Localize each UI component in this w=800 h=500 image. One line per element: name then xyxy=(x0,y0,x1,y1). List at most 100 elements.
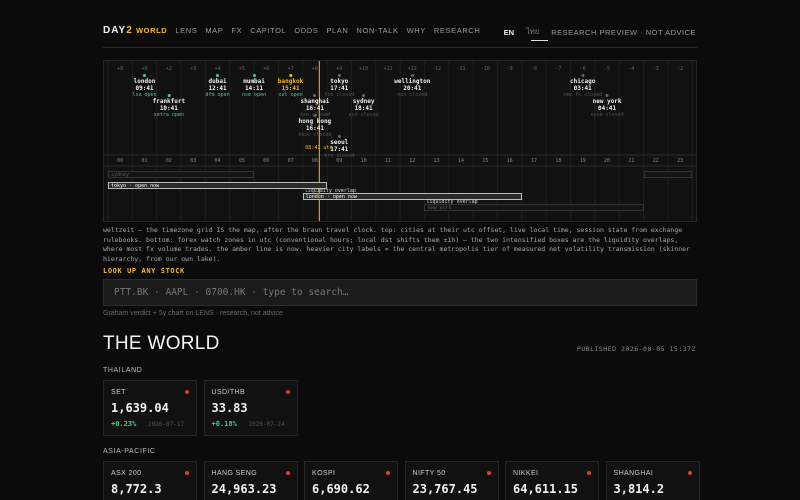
city-name: wellington xyxy=(394,78,431,85)
session-dot-icon xyxy=(337,74,341,77)
nav-map[interactable]: MAP xyxy=(205,26,223,35)
utc-hour-label: 21 xyxy=(628,158,635,164)
utc-offset-label: +5 xyxy=(238,66,245,72)
utc-hour-label: 13 xyxy=(433,158,440,164)
utc-offset-label: +8 xyxy=(117,66,124,72)
utc-hour-label: 15 xyxy=(482,158,489,164)
market-card-asx-200[interactable]: ASX 2008,772.3-0.3% xyxy=(103,461,197,500)
market-card-usd-thb[interactable]: USD/THB 33.83 +0.18% 2026-07-24 xyxy=(203,380,298,436)
city-time: 04:41 xyxy=(598,105,617,112)
city-session-status: dfm open xyxy=(205,92,230,98)
utc-offset-label: +7 xyxy=(287,66,294,72)
brand-accent: 2 xyxy=(126,25,133,36)
utc-hour-label: 20 xyxy=(604,158,611,164)
market-date: 2026-07-17 xyxy=(148,420,185,428)
brand-logo[interactable]: DAY2 xyxy=(103,25,133,36)
market-date: 2026-07-24 xyxy=(248,420,285,428)
city-mumbai[interactable]: mumbai 14:11 nse open xyxy=(242,74,266,99)
session-dot-icon xyxy=(167,94,171,97)
utc-offset-label: -6 xyxy=(579,66,586,72)
utc-hour-label: 16 xyxy=(506,158,513,164)
market-card-set[interactable]: SET 1,639.04 +0.23% 2026-07-17 xyxy=(103,380,197,436)
liquidity-overlap-label: liquidity overlap xyxy=(304,188,356,194)
utc-hour-label: 05 xyxy=(238,158,245,164)
market-card-kospi[interactable]: KOSPI6,690.62-0.5% xyxy=(304,461,398,500)
city-time: 09:41 xyxy=(135,85,154,92)
utc-hour-label: 00 xyxy=(117,158,124,164)
utc-offset-label: -12 xyxy=(432,66,442,72)
city-time: 16:41 xyxy=(305,105,324,112)
city-name: sydney xyxy=(352,98,375,105)
city-name: dubai xyxy=(208,78,227,85)
utc-hour-label: 04 xyxy=(214,158,221,164)
utc-hour-label: 18 xyxy=(555,158,562,164)
liquidity-overlap-label: liquidity overlap xyxy=(426,199,478,205)
published-timestamp: PUBLISHED 2026-08-05 15:37Z xyxy=(576,345,696,353)
market-label: NIFTY 50 xyxy=(412,470,446,477)
fx-session-bar: tokyo · open now xyxy=(108,182,328,189)
city-frankfurt[interactable]: frankfurt 10:41 xetra open xyxy=(152,94,186,119)
utc-offset-label: +9 xyxy=(336,66,343,72)
city-name: frankfurt xyxy=(152,98,186,105)
nav-lens[interactable]: LENS xyxy=(175,26,197,35)
city-dubai[interactable]: dubai 12:41 dfm open xyxy=(206,74,230,99)
market-card-nikkei[interactable]: NIKKEI64,611.15-0.7% xyxy=(505,461,599,500)
utc-hour-label: 03 xyxy=(190,158,197,164)
nav-world[interactable]: WORLD xyxy=(136,26,167,35)
utc-offset-label: +6 xyxy=(263,66,270,72)
market-value: 3,814.2 xyxy=(613,482,665,496)
utc-hour-label: 06 xyxy=(263,158,270,164)
market-value: 64,611.15 xyxy=(513,482,579,496)
session-dot-icon xyxy=(581,74,585,77)
city-time: 15:41 xyxy=(281,85,300,92)
nav-non-talk[interactable]: NON-TALK xyxy=(356,26,398,35)
session-dot-icon xyxy=(313,94,317,97)
city-session-status: krx closed xyxy=(324,153,355,159)
timezone-map[interactable]: +8 +9 +2 +3 +4 +5 +6 +7 +8 +9 +10 +11 +12 -12 -11 -10 -9… xyxy=(103,60,697,222)
nav-fx[interactable]: FX xyxy=(231,26,242,35)
city-name: chicago xyxy=(570,78,596,85)
market-card-shanghai[interactable]: SHANGHAI3,814.2-0.6% xyxy=(605,461,700,500)
city-time: 12:41 xyxy=(208,85,227,92)
live-dot-icon xyxy=(587,471,591,475)
utc-offset-label: -7 xyxy=(555,66,562,72)
utc-hour-label: 07 xyxy=(287,158,294,164)
nav-plan[interactable]: PLAN xyxy=(326,26,348,35)
utc-offset-label: +8 xyxy=(311,66,318,72)
live-dot-icon xyxy=(386,471,390,475)
city-time: 03:41 xyxy=(573,85,592,92)
city-new-york[interactable]: new york 04:41 nyse closed xyxy=(590,94,624,119)
header-right: EN ไทย RESEARCH PREVIEW · NOT ADVICE xyxy=(504,26,696,38)
session-dot-icon xyxy=(216,74,220,77)
utc-hour-label: 14 xyxy=(457,158,464,164)
market-card-nifty-50[interactable]: NIFTY 5023,767.45-0.4% xyxy=(404,461,499,500)
utc-hour-label: 08 xyxy=(311,158,318,164)
live-dot-icon xyxy=(185,471,189,475)
utc-offset-label: -5 xyxy=(604,66,611,72)
utc-hour-label: 22 xyxy=(652,158,659,164)
city-session-status: nyse closed xyxy=(590,112,624,118)
header-divider xyxy=(103,47,697,48)
city-name: hong kong xyxy=(298,118,332,125)
city-time: 16:41 xyxy=(305,125,324,132)
lookup-hint: Graham verdict + 5y chart on LENS · rese… xyxy=(103,310,283,317)
market-card-hang-seng[interactable]: HANG SENG24,963.23-0.9% xyxy=(203,461,298,500)
lang-th-button[interactable]: ไทย xyxy=(526,26,539,38)
market-label: SHANGHAI xyxy=(613,470,654,477)
city-sydney[interactable]: sydney 18:41 asx closed xyxy=(349,94,379,119)
nav-capitol[interactable]: CAPITOL xyxy=(250,26,286,35)
nav-odds[interactable]: ODDS xyxy=(294,26,318,35)
lang-en-button[interactable]: EN xyxy=(504,28,514,37)
market-label: KOSPI xyxy=(312,470,336,477)
stock-search-input[interactable] xyxy=(103,279,697,306)
city-name: london xyxy=(133,78,156,85)
session-dot-icon xyxy=(410,74,414,77)
city-time: 14:11 xyxy=(245,85,264,92)
city-wellington[interactable]: wellington 20:41 nzx closed xyxy=(394,74,430,99)
nav-research[interactable]: RESEARCH xyxy=(434,26,480,35)
city-name: shanghai xyxy=(300,98,330,105)
utc-offset-label: +9 xyxy=(141,66,148,72)
nav-why[interactable]: WHY xyxy=(407,26,426,35)
utc-hour-label: 11 xyxy=(384,158,391,164)
fx-session-bar xyxy=(643,171,693,178)
